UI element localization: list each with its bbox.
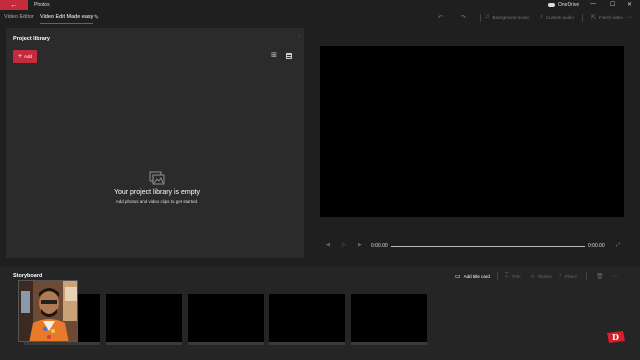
maximize-button[interactable]: ☐ <box>610 1 615 8</box>
empty-library-subtitle: Add photos and video clips to get starte… <box>115 199 199 204</box>
fullscreen-icon[interactable]: ⤢ <box>616 242 620 248</box>
redo-icon: ↷ <box>461 15 467 21</box>
photos-empty-icon <box>149 171 165 185</box>
clip-shadow <box>269 342 345 345</box>
finish-video-label: Finish video <box>599 15 624 20</box>
storyboard-clip-4[interactable] <box>269 294 345 342</box>
clip-shadow <box>106 342 182 345</box>
tab-bar: Video Editor Video Edit Made easy ✎ ↶ ↷ … <box>0 10 640 26</box>
back-arrow-icon: ← <box>10 1 18 9</box>
tab-video-editor[interactable]: Video Editor <box>4 14 34 20</box>
app-title: Photos <box>34 2 50 8</box>
storyboard-more-button[interactable]: ⋯ <box>612 273 618 280</box>
more-icon: ⋯ <box>612 274 618 280</box>
channel-logo: D <box>607 331 625 343</box>
storyboard-clip-3[interactable] <box>188 294 264 342</box>
divider <box>586 272 587 280</box>
clip-shadow <box>351 342 427 345</box>
resize-button[interactable]: ⊹ Resize <box>530 273 552 280</box>
seek-bar[interactable] <box>391 246 585 247</box>
total-time: 0:00.00 <box>588 243 605 249</box>
webcam-overlay-image <box>18 280 78 342</box>
grid-view-icon[interactable]: ⊞ <box>270 52 278 60</box>
filters-button[interactable]: ◔ Filters <box>558 273 577 279</box>
add-label: Add <box>24 54 33 59</box>
export-icon: ⇱ <box>591 15 597 21</box>
filters-label: Filters <box>564 273 577 279</box>
finish-video-button[interactable]: ⇱ Finish video <box>591 14 623 21</box>
trim-label: Trim <box>511 274 521 279</box>
custom-audio-label: Custom audio <box>546 14 574 20</box>
next-frame-icon[interactable]: ▶ <box>358 242 362 248</box>
add-title-card-label: Add title card <box>463 274 490 279</box>
playback-controls: ◀ ▷ ▶ 0:00.00 0:00.00 ⤢ <box>320 242 624 252</box>
close-button[interactable]: ✕ <box>627 1 632 8</box>
onedrive-status[interactable]: OneDrive <box>548 2 579 8</box>
add-button[interactable]: + Add <box>13 50 37 63</box>
more-options-button[interactable]: ⋯ <box>626 14 632 21</box>
previous-frame-icon[interactable]: ◀ <box>326 242 330 248</box>
current-time: 0:00.00 <box>371 243 388 249</box>
audio-icon: ♪ <box>540 14 543 20</box>
tab-project-name[interactable]: Video Edit Made easy <box>40 14 94 24</box>
title-bar: ← Photos OneDrive — ☐ ✕ <box>0 0 640 10</box>
list-view-icon[interactable] <box>286 53 292 59</box>
trim-icon: ⌶ <box>505 273 509 279</box>
resize-icon: ⊹ <box>530 274 536 280</box>
project-library-title: Project library <box>13 36 50 42</box>
background-music-label: Background music <box>492 14 530 20</box>
undo-button[interactable]: ↶ <box>438 14 443 21</box>
cloud-icon <box>548 3 555 7</box>
clip-shadow <box>188 342 264 345</box>
resize-label: Resize <box>538 274 552 279</box>
music-note-icon: ♫ <box>485 14 490 20</box>
trim-button[interactable]: ⌶ Trim <box>505 273 520 280</box>
background-music-button[interactable]: ♫ Background music <box>485 14 530 20</box>
undo-icon: ↶ <box>438 15 444 21</box>
storyboard-title: Storyboard <box>13 273 43 279</box>
divider <box>497 272 498 280</box>
trash-icon: 🗑 <box>596 274 604 280</box>
onedrive-label: OneDrive <box>558 2 580 8</box>
video-preview[interactable] <box>320 46 624 217</box>
collapse-chevron-icon[interactable]: ‹ <box>298 34 300 40</box>
redo-button[interactable]: ↷ <box>461 14 466 21</box>
back-button[interactable]: ← <box>0 0 28 10</box>
divider <box>480 14 481 22</box>
plus-icon: + <box>17 53 23 60</box>
minimize-button[interactable]: — <box>590 1 596 7</box>
project-library-panel: Project library ‹ + Add ⊞ Your project l… <box>6 28 304 258</box>
storyboard-clip-5[interactable] <box>351 294 427 342</box>
storyboard-clip-2[interactable] <box>106 294 182 342</box>
divider <box>582 14 583 22</box>
custom-audio-button[interactable]: ♪ Custom audio <box>540 14 574 20</box>
more-icon: ⋯ <box>626 15 632 21</box>
title-card-icon: ▭ <box>455 274 461 280</box>
clip-shadow <box>24 342 100 345</box>
filters-icon: ◔ <box>558 273 562 279</box>
play-icon[interactable]: ▷ <box>342 242 346 248</box>
delete-button[interactable]: 🗑 <box>596 273 604 280</box>
svg-text:D: D <box>612 332 619 342</box>
empty-library-title: Your project library is empty <box>113 189 201 196</box>
rename-pencil-icon[interactable]: ✎ <box>94 14 99 21</box>
add-title-card-button[interactable]: ▭ Add title card <box>455 273 490 280</box>
